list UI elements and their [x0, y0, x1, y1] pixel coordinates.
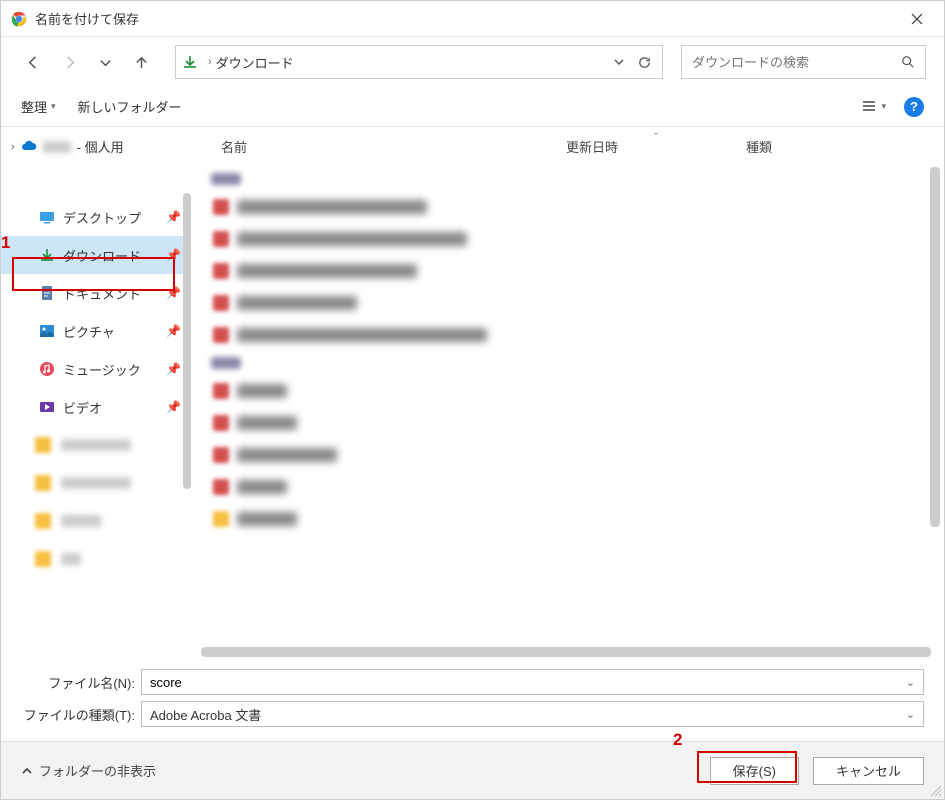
onedrive-label: - 個人用	[77, 137, 124, 156]
filename-area: ファイル名(N): ⌄ ファイルの種類(T): Adobe Acroba 文書 …	[1, 657, 944, 741]
back-button[interactable]	[19, 48, 47, 76]
file-row[interactable]	[191, 375, 944, 407]
filetype-label: ファイルの種類(T):	[21, 705, 141, 724]
download-icon	[39, 247, 55, 263]
nav-row: › ダウンロード	[1, 37, 944, 87]
forward-button[interactable]	[55, 48, 83, 76]
hide-folders-toggle[interactable]: フォルダーの非表示	[21, 761, 156, 780]
expand-icon[interactable]: ›	[11, 141, 15, 153]
sidebar-item-desktop[interactable]: デスクトップ 📌	[1, 198, 191, 236]
main-scrollbar[interactable]	[930, 167, 940, 527]
annotation-number-1: 1	[1, 233, 10, 253]
column-name[interactable]: 名前	[221, 137, 566, 156]
video-icon	[39, 399, 55, 415]
dialog-body: › - 個人用 デスクトップ 📌 ダウンロード 📌 ドキュ	[1, 127, 944, 657]
sidebar-item-redacted[interactable]	[1, 502, 191, 540]
address-bar[interactable]: › ダウンロード	[175, 45, 663, 79]
search-input[interactable]	[692, 55, 901, 70]
pin-icon: 📌	[166, 286, 181, 300]
up-button[interactable]	[127, 48, 155, 76]
file-row[interactable]	[191, 223, 944, 255]
toolbar: 整理▾ 新しいフォルダー ▾ ?	[1, 87, 944, 127]
document-icon	[39, 285, 55, 301]
refresh-button[interactable]	[633, 55, 656, 70]
sidebar-onedrive[interactable]: › - 個人用	[1, 131, 191, 162]
save-button[interactable]: 保存(S)	[710, 757, 799, 785]
column-type[interactable]: 種類	[746, 137, 924, 156]
chrome-icon	[11, 11, 27, 27]
chevron-down-icon[interactable]: ⌄	[906, 708, 915, 721]
file-list-pane: 名前 ⌄更新日時 種類	[191, 127, 944, 657]
filetype-select[interactable]: Adobe Acroba 文書 ⌄	[141, 701, 924, 727]
file-row[interactable]	[191, 255, 944, 287]
file-row[interactable]	[191, 319, 944, 351]
recent-dropdown[interactable]	[91, 48, 119, 76]
organize-button[interactable]: 整理▾	[21, 97, 56, 116]
sidebar-scrollbar[interactable]	[183, 193, 191, 489]
column-date[interactable]: ⌄更新日時	[566, 137, 746, 156]
pin-icon: 📌	[166, 210, 181, 224]
sidebar-item-redacted[interactable]	[1, 464, 191, 502]
file-row[interactable]	[191, 287, 944, 319]
cloud-icon	[21, 139, 37, 155]
new-folder-button[interactable]: 新しいフォルダー	[78, 97, 182, 116]
search-box[interactable]	[681, 45, 926, 79]
download-icon	[182, 54, 198, 70]
sidebar-item-redacted[interactable]	[1, 540, 191, 578]
file-row[interactable]	[191, 439, 944, 471]
chevron-right-icon: ›	[208, 56, 212, 68]
breadcrumb[interactable]: ダウンロード	[216, 53, 294, 72]
filename-input-wrapper[interactable]: ⌄	[141, 669, 924, 695]
section-header	[191, 351, 944, 375]
file-row[interactable]	[191, 191, 944, 223]
address-dropdown[interactable]	[605, 56, 633, 68]
search-icon	[901, 55, 915, 69]
cancel-button[interactable]: キャンセル	[813, 757, 924, 785]
sidebar-item-redacted[interactable]	[1, 426, 191, 464]
titlebar: 名前を付けて保存	[1, 1, 944, 37]
file-row[interactable]	[191, 407, 944, 439]
filetype-value: Adobe Acroba 文書	[150, 705, 261, 724]
section-header	[191, 167, 944, 191]
file-list[interactable]	[191, 167, 944, 657]
sort-indicator-icon: ⌄	[652, 127, 660, 138]
sidebar-item-pictures[interactable]: ピクチャ 📌	[1, 312, 191, 350]
pin-icon: 📌	[166, 362, 181, 376]
pin-icon: 📌	[166, 400, 181, 414]
filename-input[interactable]	[150, 675, 906, 690]
help-button[interactable]: ?	[904, 97, 924, 117]
chevron-up-icon	[21, 765, 33, 777]
redacted-text	[43, 141, 71, 153]
music-icon	[39, 361, 55, 377]
close-button[interactable]	[894, 3, 940, 35]
view-mode-button[interactable]: ▾	[861, 99, 886, 115]
column-headers: 名前 ⌄更新日時 種類	[191, 127, 944, 167]
pictures-icon	[39, 323, 55, 339]
sidebar-item-music[interactable]: ミュージック 📌	[1, 350, 191, 388]
footer: フォルダーの非表示 保存(S) キャンセル	[1, 741, 944, 799]
sidebar: › - 個人用 デスクトップ 📌 ダウンロード 📌 ドキュ	[1, 127, 191, 657]
resize-grip[interactable]	[928, 783, 942, 797]
save-as-dialog: 名前を付けて保存 › ダウンロード 整理▾ 新しいフォルダー	[0, 0, 945, 800]
file-row[interactable]	[191, 503, 944, 535]
sidebar-item-documents[interactable]: ドキュメント 📌	[1, 274, 191, 312]
filename-label: ファイル名(N):	[21, 673, 141, 692]
sidebar-item-videos[interactable]: ビデオ 📌	[1, 388, 191, 426]
dialog-title: 名前を付けて保存	[35, 9, 139, 28]
pin-icon: 📌	[166, 248, 181, 262]
horizontal-scrollbar[interactable]	[201, 647, 931, 657]
annotation-number-2: 2	[673, 730, 682, 750]
pin-icon: 📌	[166, 324, 181, 338]
chevron-down-icon[interactable]: ⌄	[906, 676, 915, 689]
file-row[interactable]	[191, 471, 944, 503]
sidebar-item-downloads[interactable]: ダウンロード 📌	[1, 236, 191, 274]
desktop-icon	[39, 209, 55, 225]
